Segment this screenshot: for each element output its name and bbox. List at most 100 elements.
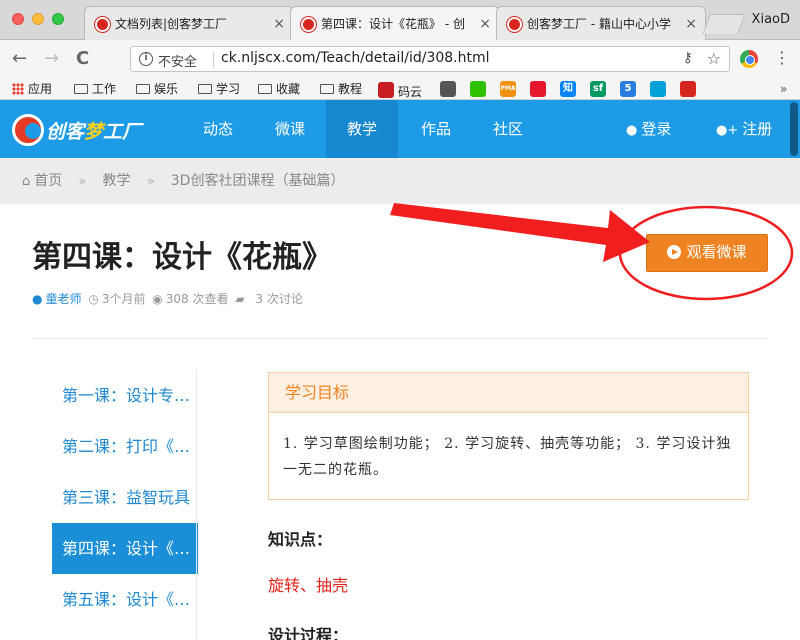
tab-close-icon[interactable]: × — [273, 16, 285, 32]
home-icon: ⌂ — [22, 174, 31, 189]
address-separator — [213, 52, 214, 68]
sidebar-lesson-5[interactable]: 第五课：设计《台灯》 — [52, 574, 198, 625]
tab-title: 文档列表|创客梦工厂 — [115, 17, 228, 31]
minimize-window-button[interactable] — [32, 13, 44, 25]
dreamfactory-icon[interactable] — [680, 81, 696, 97]
breadcrumb: ⌂ 首页 » 教学 » 3D创客社团课程（基础篇） — [0, 158, 800, 204]
view-count: 308 次查看 — [165, 292, 229, 306]
five-icon[interactable]: 5 — [620, 81, 636, 97]
key-icon[interactable]: ⚷ — [683, 50, 693, 66]
clock-icon: ◷ — [88, 292, 99, 306]
sidebar-lesson-2[interactable]: 第二课：打印《笔筒》 — [52, 421, 198, 472]
apps-grid-icon — [12, 83, 24, 95]
nav-dynamics[interactable]: 动态 — [186, 100, 250, 158]
back-arrow-icon[interactable]: ← — [12, 49, 27, 69]
nav-teaching[interactable]: 教学 — [326, 100, 398, 158]
learning-goals-heading: 学习目标 — [269, 373, 748, 413]
page-title: 第四课：设计《花瓶》 — [32, 240, 332, 275]
sidebar-lesson-4[interactable]: 第四课：设计《花瓶》 — [52, 523, 198, 574]
wechat-icon[interactable] — [470, 81, 486, 97]
chrome-extension-icon[interactable] — [740, 50, 758, 68]
info-icon[interactable]: i — [139, 52, 153, 66]
logo-mark-icon — [12, 114, 44, 146]
folder-icon — [258, 84, 272, 94]
user-icon: ● — [32, 292, 43, 306]
url-text[interactable]: ck.nljscx.com/Teach/detail/id/308.html — [221, 50, 490, 66]
browser-toolbar: ← → C i 不安全 ck.nljscx.com/Teach/detail/i… — [0, 40, 800, 78]
user-plus-icon: ●+ — [716, 123, 739, 138]
learning-goals-text: 1. 学习草图绘制功能； 2. 学习旋转、抽壳等功能； 3. 学习设计独一无二的… — [283, 436, 732, 478]
zhihu-icon[interactable]: 知 — [560, 81, 576, 97]
forward-arrow-icon[interactable]: → — [44, 49, 59, 69]
breadcrumb-course[interactable]: 3D创客社团课程（基础篇） — [171, 173, 345, 189]
nav-micro-lessons[interactable]: 微课 — [258, 100, 322, 158]
watch-micro-lesson-button[interactable]: 观看微课 — [646, 234, 768, 272]
header-divider — [32, 338, 768, 339]
hat-icon[interactable] — [440, 81, 456, 97]
logo-text: 创客梦工厂 — [46, 121, 142, 143]
bookmark-folder-study[interactable]: 学习 — [198, 80, 240, 98]
profile-name[interactable]: XiaoD — [752, 12, 790, 27]
site-navbar: 创客梦工厂 动态 微课 教学 作品 社区 ● 登录 ●+ 注册 — [0, 100, 800, 158]
bookmark-folder-work[interactable]: 工作 — [74, 80, 116, 98]
publish-time: 3个月前 — [101, 292, 146, 306]
browser-titlebar: 文档列表|创客梦工厂 × 第四课：设计《花瓶》 - 创 × 创客梦工厂 - 籍山… — [0, 0, 800, 41]
breadcrumb-teaching[interactable]: 教学 — [103, 173, 131, 189]
close-window-button[interactable] — [12, 13, 24, 25]
bookmark-folder-tutorials[interactable]: 教程 — [320, 80, 362, 98]
tab-title: 创客梦工厂 - 籍山中心小学 — [527, 17, 671, 31]
sidebar-lesson-3[interactable]: 第三课：益智玩具 — [52, 472, 198, 523]
security-label[interactable]: 不安全 — [158, 51, 197, 70]
comments-icon: ▰ — [235, 292, 245, 306]
phpmyadmin-icon[interactable]: PMA — [500, 81, 516, 97]
play-icon — [667, 245, 682, 259]
page-scrollbar[interactable] — [790, 102, 798, 156]
lesson-meta: ● 童老师 ◷ 3个月前 ◉ 308 次查看 ▰ 3 次讨论 — [32, 290, 303, 307]
bilibili-icon[interactable] — [650, 81, 666, 97]
segmentfault-icon[interactable]: sf — [590, 81, 606, 97]
breadcrumb-separator: » — [78, 174, 87, 188]
bookmark-apps[interactable]: 应用 — [12, 80, 52, 98]
site-favicon-icon — [95, 17, 110, 32]
bookmark-star-icon[interactable]: ☆ — [707, 49, 721, 68]
bookmarks-more-icon[interactable]: » — [780, 80, 787, 98]
folder-icon — [198, 84, 212, 94]
comment-count[interactable]: 3 次讨论 — [255, 292, 302, 306]
browser-tab-active[interactable]: 第四课：设计《花瓶》 - 创 × — [290, 6, 500, 41]
eye-icon: ◉ — [152, 292, 163, 306]
browser-tab[interactable]: 创客梦工厂 - 籍山中心小学 × — [496, 6, 706, 40]
gitee-icon — [378, 82, 394, 98]
author-link[interactable]: 童老师 — [45, 292, 81, 306]
browser-menu-icon[interactable]: ⋮ — [774, 48, 790, 68]
folder-icon — [320, 84, 334, 94]
sidebar-lesson-1[interactable]: 第一课：设计专属名牌 — [52, 370, 198, 421]
site-favicon-icon — [507, 17, 522, 32]
address-bar[interactable]: i 不安全 ck.nljscx.com/Teach/detail/id/308.… — [130, 46, 730, 72]
nav-community[interactable]: 社区 — [476, 100, 540, 158]
breadcrumb-home[interactable]: 首页 — [34, 173, 62, 189]
tab-title: 第四课：设计《花瓶》 - 创 — [321, 17, 465, 31]
nav-works[interactable]: 作品 — [404, 100, 468, 158]
tab-close-icon[interactable]: × — [685, 16, 697, 32]
browser-tab[interactable]: 文档列表|创客梦工厂 × — [84, 6, 294, 40]
maximize-window-button[interactable] — [52, 13, 64, 25]
bookmark-folder-entertainment[interactable]: 娱乐 — [136, 80, 178, 98]
learning-goals-panel: 学习目标 1. 学习草图绘制功能； 2. 学习旋转、抽壳等功能； 3. 学习设计… — [268, 372, 749, 500]
folder-icon — [74, 84, 88, 94]
design-process-label: 设计过程： — [268, 626, 349, 640]
breadcrumb-separator: » — [146, 174, 155, 188]
new-tab-button[interactable] — [702, 14, 746, 34]
tab-close-icon[interactable]: × — [479, 16, 491, 32]
bookmarks-bar: 应用 工作 娱乐 学习 收藏 教程 码云 PMA 知 sf 5 » — [0, 78, 800, 100]
lesson-sidebar: 第一课：设计专属名牌 第二课：打印《笔筒》 第三课：益智玩具 第四课：设计《花瓶… — [52, 370, 198, 640]
bookmark-folder-favorites[interactable]: 收藏 — [258, 80, 300, 98]
knowledge-label: 知识点： — [268, 530, 333, 549]
weibo-icon[interactable] — [530, 81, 546, 97]
reload-icon[interactable]: C — [76, 49, 89, 69]
bookmark-gitee[interactable]: 码云 — [378, 80, 422, 101]
user-icon: ● — [626, 123, 638, 138]
login-link[interactable]: ● 登录 — [626, 100, 671, 158]
register-link[interactable]: ●+ 注册 — [716, 100, 772, 158]
folder-icon — [136, 84, 150, 94]
knowledge-keywords: 旋转、抽壳 — [268, 576, 349, 595]
